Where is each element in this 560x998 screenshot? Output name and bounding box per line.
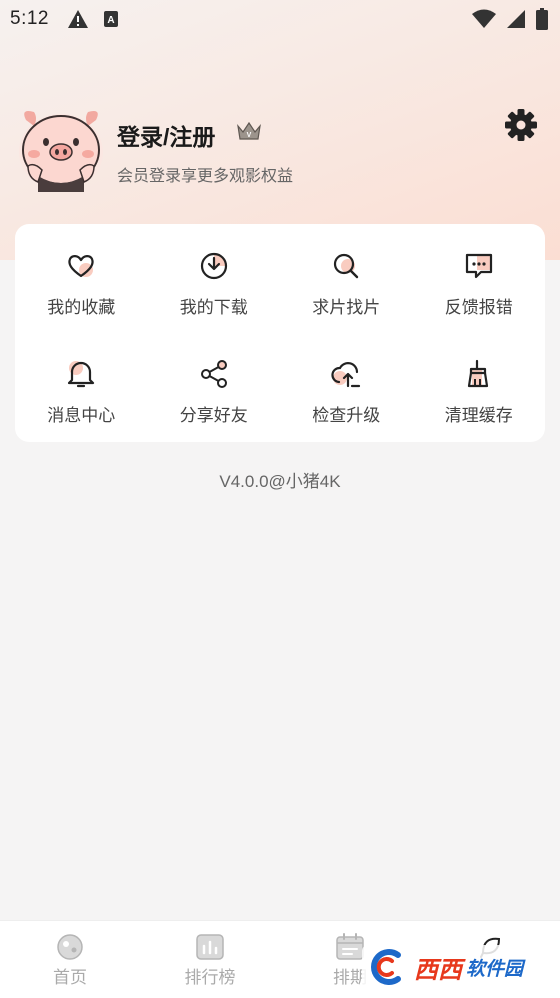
menu-item-request-film[interactable]: 求片找片	[280, 228, 413, 336]
watermark-text: 西西	[414, 956, 462, 984]
menu-label: 我的下载	[179, 298, 248, 317]
version-text: V4.0.0@小猪4K	[219, 472, 341, 491]
gear-icon[interactable]	[504, 108, 538, 142]
home-icon	[57, 934, 83, 960]
watermark-c-icon	[371, 949, 401, 985]
crown-icon: V	[237, 121, 261, 140]
bell-icon	[68, 361, 95, 388]
feedback-icon	[465, 253, 492, 279]
profile-header: 登录/注册 V 会员登录享更多观影权益	[16, 106, 544, 196]
nav-ranking[interactable]: 排行榜	[140, 921, 280, 998]
signal-icon	[507, 10, 525, 28]
upgrade-icon	[331, 362, 361, 388]
menu-label: 我的收藏	[47, 298, 116, 317]
menu-label: 求片找片	[312, 298, 381, 317]
battery-icon	[536, 8, 548, 30]
wifi-icon	[472, 9, 496, 28]
menu-label: 反馈报错	[444, 298, 513, 317]
member-subtitle: 会员登录享更多观影权益	[117, 168, 294, 185]
share-icon	[200, 360, 227, 388]
warning-icon	[67, 10, 88, 28]
watermark-text: 软件园	[466, 958, 524, 980]
download-icon	[200, 252, 227, 280]
chart-icon	[196, 934, 224, 960]
svg-text:A: A	[107, 15, 114, 26]
menu-label: 检查升级	[312, 406, 381, 425]
svg-text:V: V	[247, 132, 252, 139]
menu-item-feedback[interactable]: 反馈报错	[413, 228, 546, 336]
a-icon: A	[103, 11, 118, 27]
status-bar: 5:12 A	[0, 0, 560, 38]
feature-menu-card: 我的收藏 我的下载 求片找片 反馈报错 消息中心 分享好友 检查升级 清理缓存	[15, 224, 545, 442]
menu-label: 清理缓存	[444, 406, 513, 425]
status-time: 5:12	[10, 8, 49, 29]
menu-item-messages[interactable]: 消息中心	[15, 336, 148, 444]
menu-label: 分享好友	[179, 406, 248, 425]
menu-item-check-update[interactable]: 检查升级	[280, 336, 413, 444]
heart-icon	[68, 255, 94, 278]
nav-label: 排行榜	[184, 968, 236, 987]
watermark-logo: 西西 软件园	[362, 945, 540, 989]
calendar-icon	[336, 933, 364, 960]
menu-label: 消息中心	[47, 406, 116, 425]
search-icon	[334, 253, 359, 279]
nav-label: 首页	[53, 968, 87, 987]
login-register-link[interactable]: 登录/注册	[117, 118, 215, 152]
pig-avatar[interactable]	[16, 106, 106, 192]
menu-item-share[interactable]: 分享好友	[148, 336, 281, 444]
broom-icon	[467, 359, 488, 388]
menu-item-downloads[interactable]: 我的下载	[148, 228, 281, 336]
menu-item-favorites[interactable]: 我的收藏	[15, 228, 148, 336]
nav-home[interactable]: 首页	[0, 921, 140, 998]
menu-item-clear-cache[interactable]: 清理缓存	[413, 336, 546, 444]
